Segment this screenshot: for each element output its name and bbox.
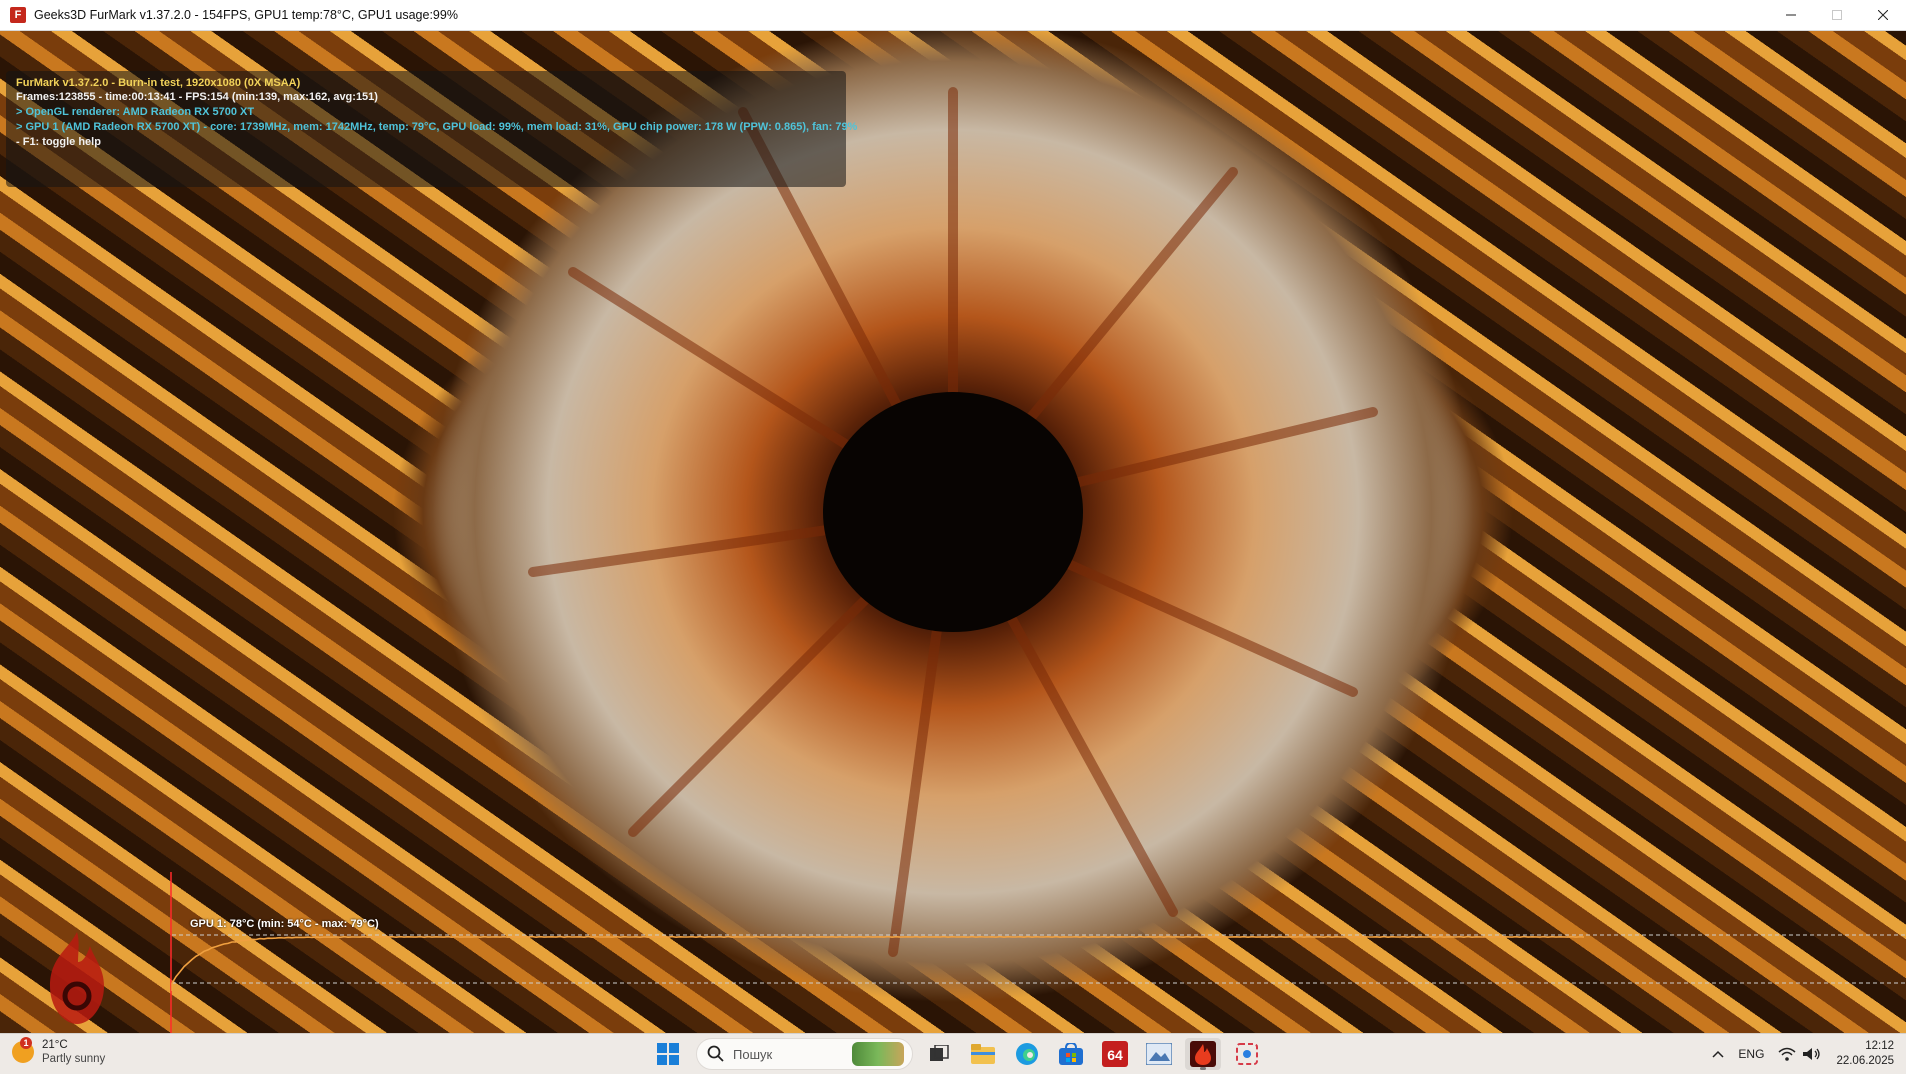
taskbar-center: Пошук 64 — [652, 1038, 1265, 1070]
svg-text:64: 64 — [1107, 1047, 1123, 1063]
snipping-tool-button[interactable] — [1229, 1038, 1265, 1070]
weather-desc: Partly sunny — [42, 1053, 106, 1065]
store-icon — [1059, 1043, 1083, 1065]
taskbar-clock[interactable]: 12:12 22.06.2025 — [1836, 1039, 1894, 1069]
snipping-tool-icon — [1236, 1043, 1258, 1065]
maximize-icon — [1832, 10, 1842, 20]
close-icon — [1878, 10, 1888, 20]
minimize-icon — [1786, 14, 1796, 16]
weather-sun-icon: 1 — [12, 1037, 34, 1063]
window-controls — [1768, 0, 1906, 30]
maximize-button[interactable] — [1814, 0, 1860, 30]
photos-icon — [1146, 1043, 1172, 1065]
edge-icon — [1016, 1043, 1038, 1065]
task-view-button[interactable] — [921, 1038, 957, 1070]
overlay-help: - F1: toggle help — [16, 136, 101, 148]
photos-button[interactable] — [1141, 1038, 1177, 1070]
overlay-renderer: > OpenGL renderer: AMD Radeon RX 5700 XT — [16, 106, 255, 118]
weather-widget[interactable]: 1 21°C Partly sunny — [12, 1037, 106, 1066]
language-indicator[interactable]: ENG — [1738, 1047, 1764, 1061]
search-placeholder: Пошук — [733, 1046, 773, 1062]
search-highlight-image — [852, 1042, 904, 1066]
volume-icon — [1803, 1048, 1821, 1060]
file-explorer-icon — [971, 1044, 995, 1064]
task-view-icon — [930, 1045, 949, 1061]
window-title: Geeks3D FurMark v1.37.2.0 - 154FPS, GPU1… — [34, 8, 458, 22]
tray-overflow-button[interactable] — [1712, 1050, 1724, 1058]
minimize-button[interactable] — [1768, 0, 1814, 30]
overlay-gpu-stats: > GPU 1 (AMD Radeon RX 5700 XT) - core: … — [16, 121, 858, 133]
start-button[interactable] — [652, 1038, 684, 1070]
taskbar-search[interactable]: Пошук — [696, 1038, 913, 1070]
aida64-button[interactable]: 64 — [1097, 1038, 1133, 1070]
search-icon — [707, 1045, 724, 1062]
overlay-title: FurMark v1.37.2.0 - Burn-in test, 1920x1… — [16, 77, 301, 89]
aida64-icon: 64 — [1102, 1041, 1128, 1067]
store-button[interactable] — [1053, 1038, 1089, 1070]
taskbar: 1 21°C Partly sunny Пошук 64 ENG 12:12 2… — [0, 1033, 1906, 1074]
weather-badge: 1 — [20, 1037, 32, 1049]
close-button[interactable] — [1860, 0, 1906, 30]
network-volume-button[interactable] — [1778, 1047, 1822, 1061]
weather-temp: 21°C — [42, 1039, 68, 1051]
title-bar: F Geeks3D FurMark v1.37.2.0 - 154FPS, GP… — [0, 0, 1906, 31]
overlay-frames: Frames:123855 - time:00:13:41 - FPS:154 … — [16, 91, 378, 103]
gpu-temp-graph — [170, 872, 1906, 1035]
windows-icon — [657, 1043, 679, 1065]
chevron-up-icon — [1712, 1050, 1724, 1058]
furmark-icon[interactable]: F — [10, 7, 26, 23]
edge-button[interactable] — [1009, 1038, 1045, 1070]
system-tray: ENG 12:12 22.06.2025 — [1712, 1034, 1906, 1074]
info-overlay: FurMark v1.37.2.0 - Burn-in test, 1920x1… — [6, 71, 857, 187]
clock-time: 12:12 — [1865, 1040, 1894, 1052]
active-app-indicator — [1200, 1067, 1206, 1070]
clock-date: 22.06.2025 — [1836, 1055, 1894, 1067]
wifi-icon — [1778, 1047, 1796, 1061]
file-explorer-button[interactable] — [965, 1038, 1001, 1070]
furmark-icon — [1190, 1041, 1216, 1067]
furmark-taskbar-button[interactable] — [1185, 1038, 1221, 1070]
